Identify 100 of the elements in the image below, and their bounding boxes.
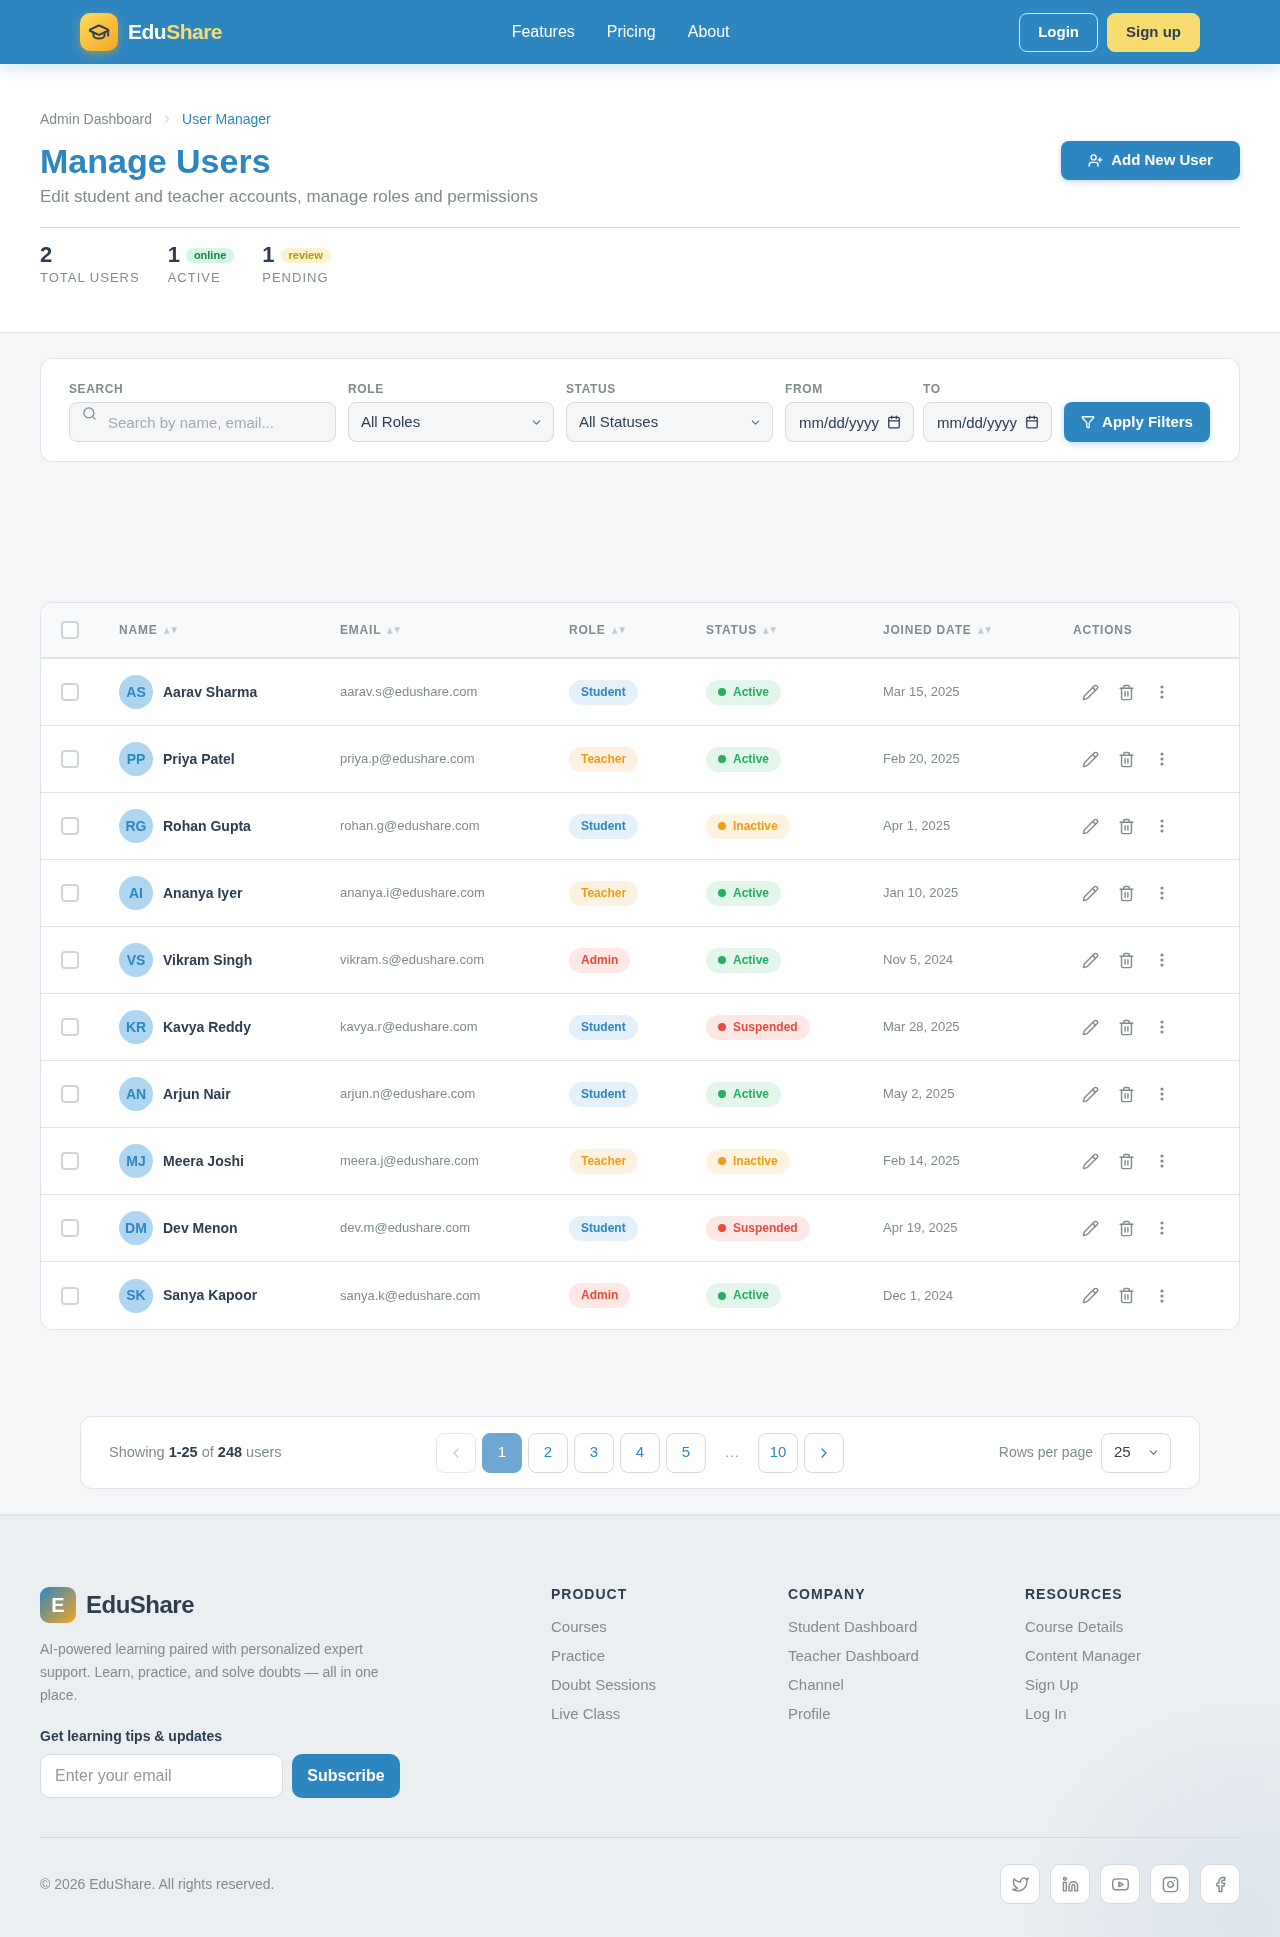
user-name: Dev Menon [163, 1218, 238, 1238]
graduation-cap-icon[interactable] [80, 13, 118, 51]
rows-per-page-dropdown[interactable]: 25 [1101, 1432, 1171, 1473]
dropdown-field[interactable]: All Statuses [566, 402, 773, 442]
vertical-dots-icon [1160, 1221, 1164, 1235]
status-text: Suspended [733, 1018, 798, 1036]
social-button[interactable] [1050, 1864, 1090, 1904]
nav-link[interactable]: About [687, 22, 730, 42]
page-button[interactable]: 3 [574, 1432, 614, 1473]
role-badge: Student [569, 813, 638, 839]
checkbox[interactable] [61, 884, 79, 902]
checkbox[interactable] [61, 1152, 79, 1170]
user-email: vikram.s@edushare.com [340, 951, 484, 970]
footer-link[interactable]: Content Manager [1025, 1646, 1141, 1666]
joined-date: Apr 1, 2025 [883, 817, 951, 836]
footer-link[interactable]: Live Class [551, 1704, 621, 1724]
user-email: rohan.g@edushare.com [340, 817, 480, 836]
page-button[interactable]: 10 [758, 1432, 798, 1473]
footer-link[interactable]: Profile [788, 1704, 831, 1724]
trash-icon [1117, 750, 1135, 768]
column-header: ACTIONS [1073, 622, 1133, 638]
dropdown-field[interactable]: All Roles [348, 402, 554, 442]
page-button[interactable]: 4 [620, 1432, 660, 1473]
sort-icon[interactable] [977, 626, 991, 634]
trash-icon [1117, 951, 1135, 969]
checkbox[interactable] [61, 951, 79, 969]
vertical-dots-icon [1160, 752, 1164, 766]
add-user-button[interactable]: Add New User [1061, 141, 1240, 180]
pencil-icon [1081, 1219, 1099, 1237]
joined-date: Mar 15, 2025 [883, 683, 960, 702]
footer-link[interactable]: Student Dashboard [788, 1617, 918, 1637]
column-header[interactable]: ROLE [569, 622, 606, 638]
pencil-icon [1081, 884, 1099, 902]
footer-link[interactable]: Teacher Dashboard [788, 1646, 919, 1666]
calendar-icon[interactable] [887, 415, 901, 429]
nav-link[interactable]: Features [511, 22, 575, 42]
column-header[interactable]: JOINED DATE [883, 622, 972, 638]
checkbox[interactable] [61, 1018, 79, 1036]
page-button[interactable]: 1 [482, 1432, 522, 1473]
search-field[interactable]: Search by name, email... [69, 402, 336, 442]
role-badge: Student [569, 1014, 638, 1040]
footer-brand-name[interactable]: EduShare [86, 1587, 195, 1623]
sort-icon[interactable] [611, 626, 625, 634]
footer-column-heading: COMPANY [788, 1587, 866, 1601]
social-button[interactable] [1100, 1864, 1140, 1904]
social-button[interactable] [1200, 1864, 1240, 1904]
social-button[interactable] [1000, 1864, 1040, 1904]
footer-link[interactable]: Doubt Sessions [551, 1675, 657, 1695]
date-field[interactable]: mm/dd/yyyy [923, 402, 1052, 442]
nav-button[interactable]: Sign up [1107, 12, 1200, 52]
user-name: Vikram Singh [163, 950, 253, 970]
breadcrumb-link[interactable]: Admin Dashboard [40, 109, 153, 129]
sort-icon[interactable] [163, 626, 177, 634]
nav-link[interactable]: Pricing [606, 22, 656, 42]
footer-link[interactable]: Practice [551, 1646, 606, 1666]
footer-link[interactable]: Log In [1025, 1704, 1067, 1724]
user-avatar: KR [119, 1010, 153, 1044]
footer-link[interactable]: Sign Up [1025, 1675, 1079, 1695]
vertical-dots-icon [1160, 886, 1164, 900]
checkbox[interactable] [61, 817, 79, 835]
logo-mark[interactable]: E [40, 1587, 76, 1623]
sort-icon[interactable] [763, 626, 777, 634]
sort-icon[interactable] [387, 626, 401, 634]
checkbox[interactable] [61, 683, 79, 701]
page-subtitle: Edit student and teacher accounts, manage roles and permissions [40, 186, 538, 208]
footer-link[interactable]: Courses [551, 1617, 607, 1637]
column-header[interactable]: NAME [119, 622, 158, 638]
apply-filters-button[interactable]: Apply Filters [1064, 402, 1210, 442]
date-field[interactable]: mm/dd/yyyy [785, 402, 914, 442]
pencil-icon [1081, 1085, 1099, 1103]
social-button[interactable] [1150, 1864, 1190, 1904]
subscribe-button[interactable]: Subscribe [292, 1754, 400, 1798]
checkbox[interactable] [61, 621, 79, 639]
rows-per-page-label: Rows per page [998, 1443, 1093, 1462]
page-button[interactable]: 2 [528, 1432, 568, 1473]
stat-value: 2 [40, 241, 53, 269]
page-button[interactable]: 5 [666, 1432, 706, 1473]
user-name: Ananya Iyer [163, 883, 243, 903]
checkbox[interactable] [61, 750, 79, 768]
column-header[interactable]: EMAIL [340, 622, 382, 638]
column-header[interactable]: STATUS [706, 622, 758, 638]
trash-icon [1117, 1018, 1135, 1036]
page-ellipsis: … [723, 1442, 741, 1463]
footer-link[interactable]: Channel [788, 1675, 844, 1695]
checkbox[interactable] [61, 1286, 79, 1305]
trash-icon [1117, 1085, 1135, 1103]
footer-link[interactable]: Course Details [1025, 1617, 1124, 1637]
calendar-icon[interactable] [1025, 415, 1039, 429]
checkbox[interactable] [61, 1085, 79, 1103]
nav-button[interactable]: Login [1019, 12, 1098, 52]
email-field[interactable]: Enter your email [40, 1754, 283, 1798]
brand-name[interactable]: EduShare [128, 16, 223, 48]
user-plus-icon [1088, 153, 1104, 168]
breadcrumb-link[interactable]: User Manager [182, 109, 271, 129]
footer-column-heading: RESOURCES [1025, 1587, 1123, 1601]
stat-label: PENDING [262, 270, 330, 286]
next-page-button[interactable] [804, 1432, 844, 1473]
checkbox[interactable] [61, 1219, 79, 1237]
status-text: Active [733, 683, 770, 701]
status-text: Active [733, 750, 770, 768]
